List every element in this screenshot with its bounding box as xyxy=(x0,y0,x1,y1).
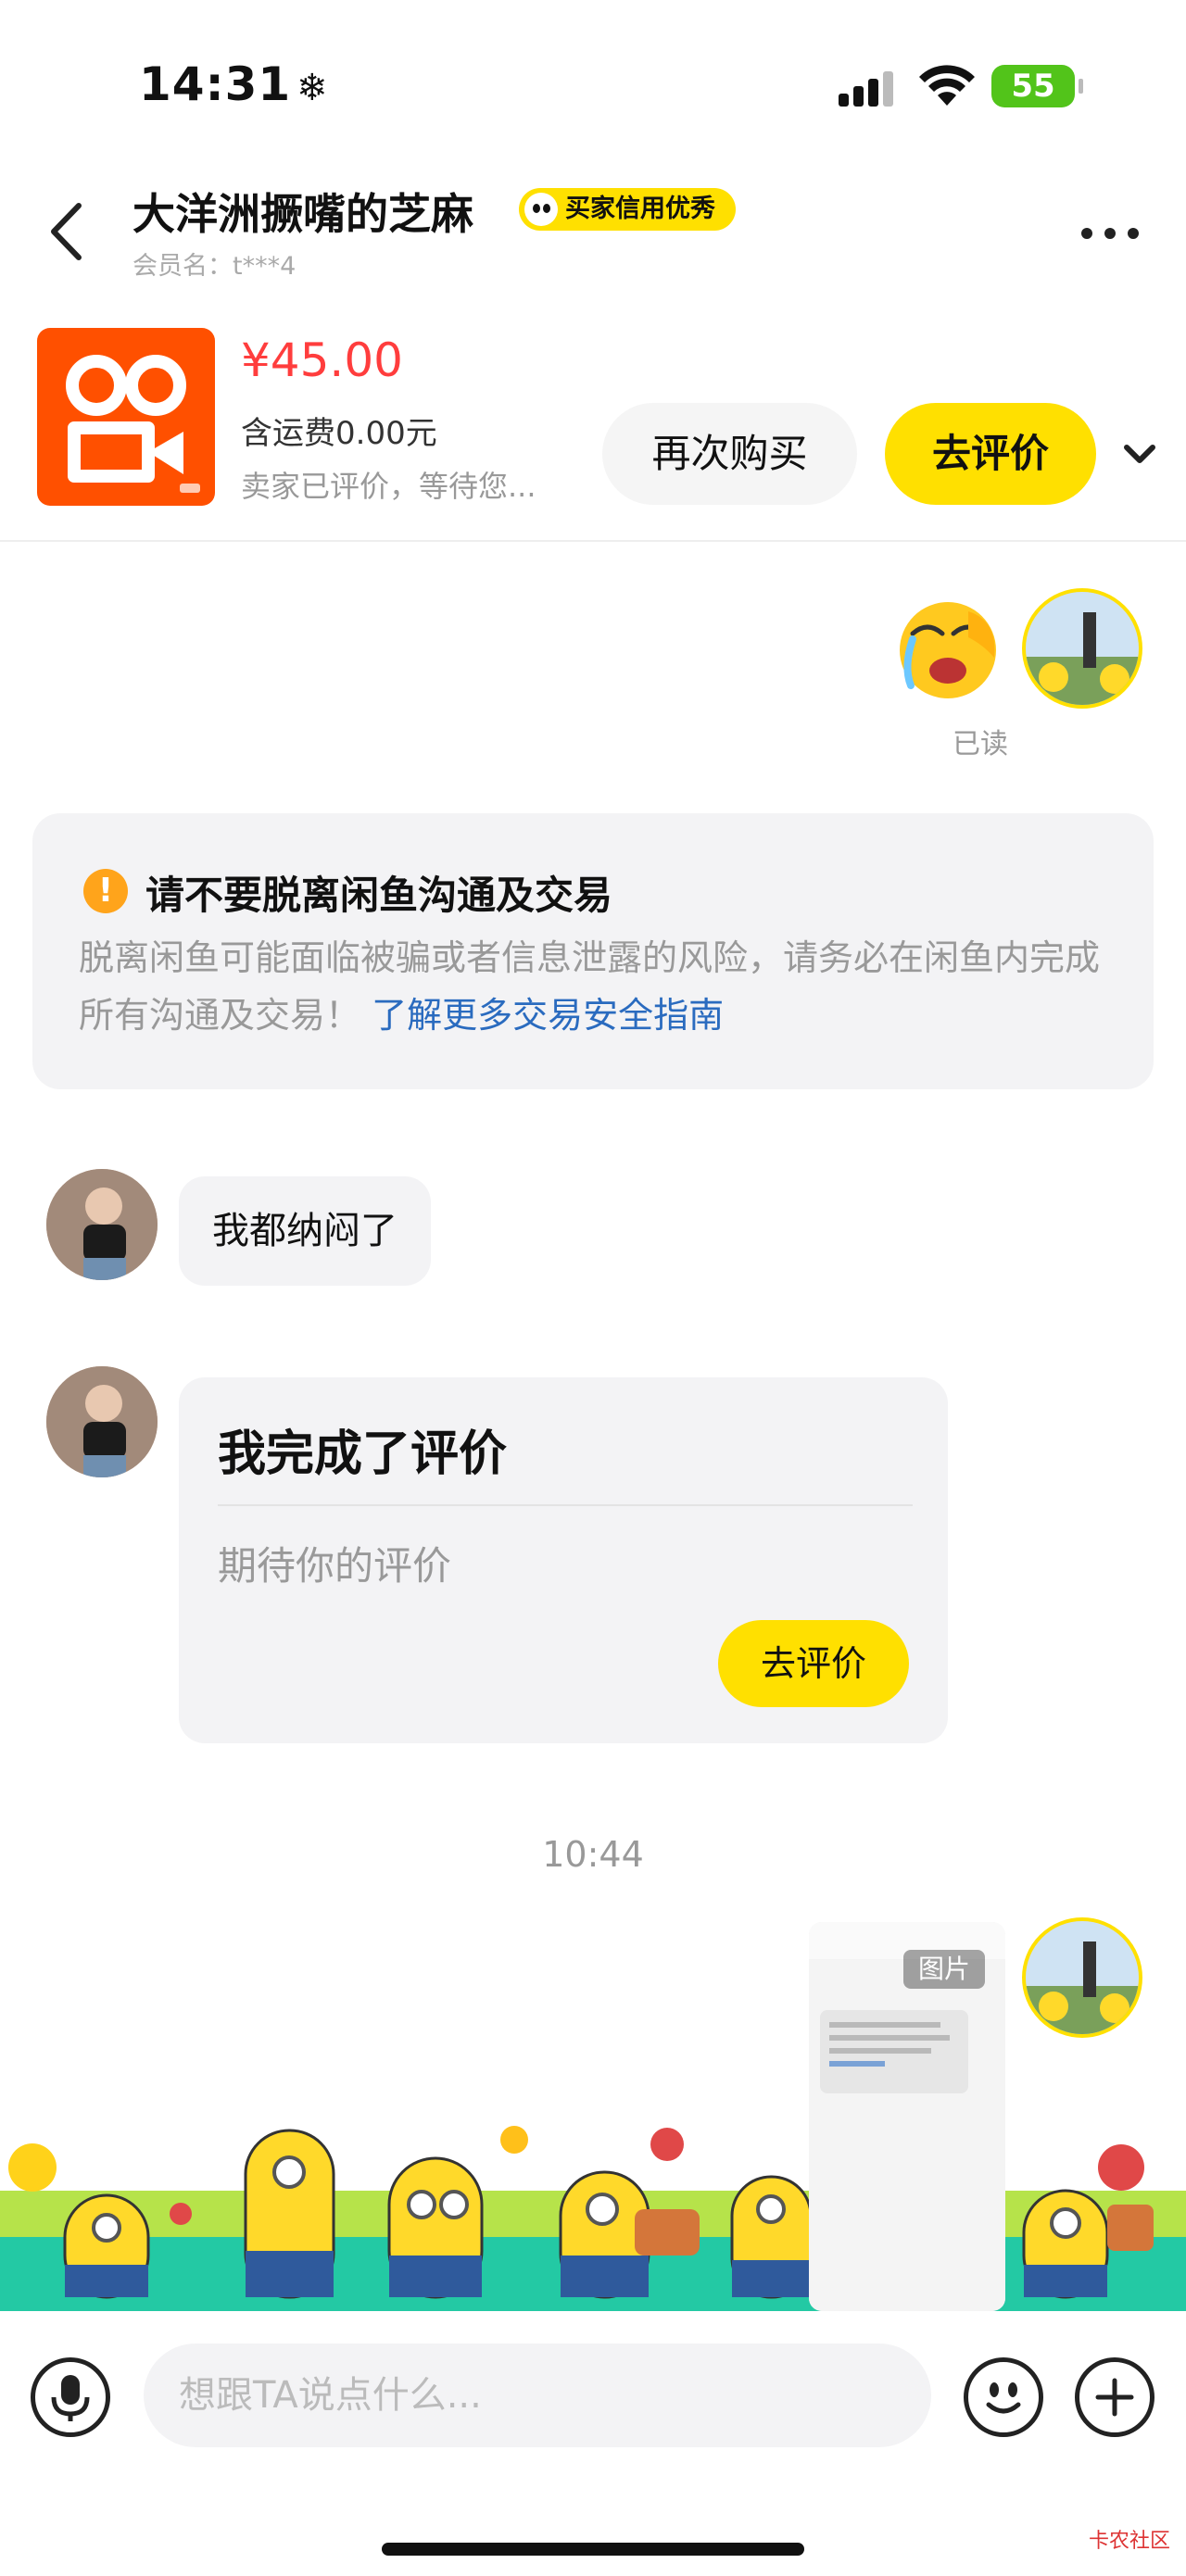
seller-avatar[interactable] xyxy=(46,1169,158,1280)
order-summary-bar: ¥45.00 含运费0.00元 卖家已评价，等待您... 再次购买 去评价 xyxy=(0,315,1186,542)
product-thumbnail[interactable] xyxy=(37,328,215,506)
back-button[interactable] xyxy=(37,195,102,269)
chat-header: 大洋洲撅嘴的芝麻 买家信用优秀 会员名：t***4 xyxy=(0,167,1186,296)
message-input-bar xyxy=(0,2311,1186,2576)
review-card-message: 我完成了评价 期待你的评价 去评价 xyxy=(179,1377,948,1743)
cellular-signal-icon xyxy=(839,69,894,107)
contact-name: 大洋洲撅嘴的芝麻 xyxy=(132,189,473,239)
avatar-image xyxy=(46,1169,158,1280)
credit-badge-label: 买家信用优秀 xyxy=(565,195,715,223)
status-time: 14:31 ❄ xyxy=(139,57,329,111)
notice-title: 请不要脱离闲鱼沟通及交易 xyxy=(145,873,613,918)
message-bubble: 我都纳闷了 xyxy=(179,1176,431,1286)
go-review-button[interactable]: 去评价 xyxy=(885,403,1096,505)
plus-icon[interactable] xyxy=(1075,2357,1154,2437)
notice-body: 脱离闲鱼可能面临被骗或者信息泄露的风险，请务必在闲鱼内完成所有沟通及交易！ 了解… xyxy=(79,929,1117,1044)
buyer-credit-badge: 买家信用优秀 xyxy=(519,188,736,231)
shipping-fee: 含运费0.00元 xyxy=(241,415,437,452)
read-receipt: 已读 xyxy=(953,728,1008,760)
image-label: 图片 xyxy=(903,1950,985,1989)
badge-face-icon xyxy=(524,193,558,226)
member-name: 会员名：t***4 xyxy=(132,252,296,281)
avatar-image xyxy=(1026,1921,1139,2034)
minion-sticker-banner xyxy=(0,2126,1186,2311)
review-card-subtitle: 期待你的评价 xyxy=(218,1543,452,1589)
order-status: 卖家已评价，等待您... xyxy=(241,469,536,504)
safety-notice: ! 请不要脱离闲鱼沟通及交易 脱离闲鱼可能面临被骗或者信息泄露的风险，请务必在闲… xyxy=(32,813,1154,1089)
chevron-down-icon[interactable] xyxy=(1112,403,1167,505)
battery-indicator: 55 xyxy=(991,65,1083,107)
home-indicator xyxy=(382,2543,804,2556)
status-time-text: 14:31 xyxy=(139,57,292,111)
kuaishou-logo-icon xyxy=(66,355,200,493)
review-card-title: 我完成了评价 xyxy=(218,1426,508,1482)
avatar-image xyxy=(46,1366,158,1477)
my-avatar[interactable] xyxy=(1022,588,1142,709)
microphone-icon[interactable] xyxy=(31,2357,110,2437)
buy-again-button[interactable]: 再次购买 xyxy=(602,403,857,505)
wifi-icon xyxy=(919,65,975,106)
snowflake-icon: ❄ xyxy=(296,67,329,109)
divider xyxy=(218,1504,913,1506)
more-options-button[interactable] xyxy=(1079,220,1144,248)
warning-icon: ! xyxy=(83,869,128,913)
image-message[interactable]: 图片 xyxy=(809,1922,1005,2311)
watermark: 卡农社区 xyxy=(1089,2530,1171,2553)
order-price: ¥45.00 xyxy=(241,333,403,387)
message-input[interactable] xyxy=(144,2344,931,2447)
safety-guide-link[interactable]: 了解更多交易安全指南 xyxy=(372,995,724,1036)
my-avatar[interactable] xyxy=(1022,1917,1142,2038)
seller-avatar[interactable] xyxy=(46,1366,158,1477)
review-card-button[interactable]: 去评价 xyxy=(718,1620,909,1707)
avatar-image xyxy=(1026,592,1139,705)
status-bar: 14:31 ❄ 55 xyxy=(0,0,1186,167)
crying-laughing-emoji-sticker[interactable] xyxy=(894,593,1005,704)
emoji-icon[interactable] xyxy=(964,2357,1043,2437)
time-separator: 10:44 xyxy=(542,1834,644,1875)
